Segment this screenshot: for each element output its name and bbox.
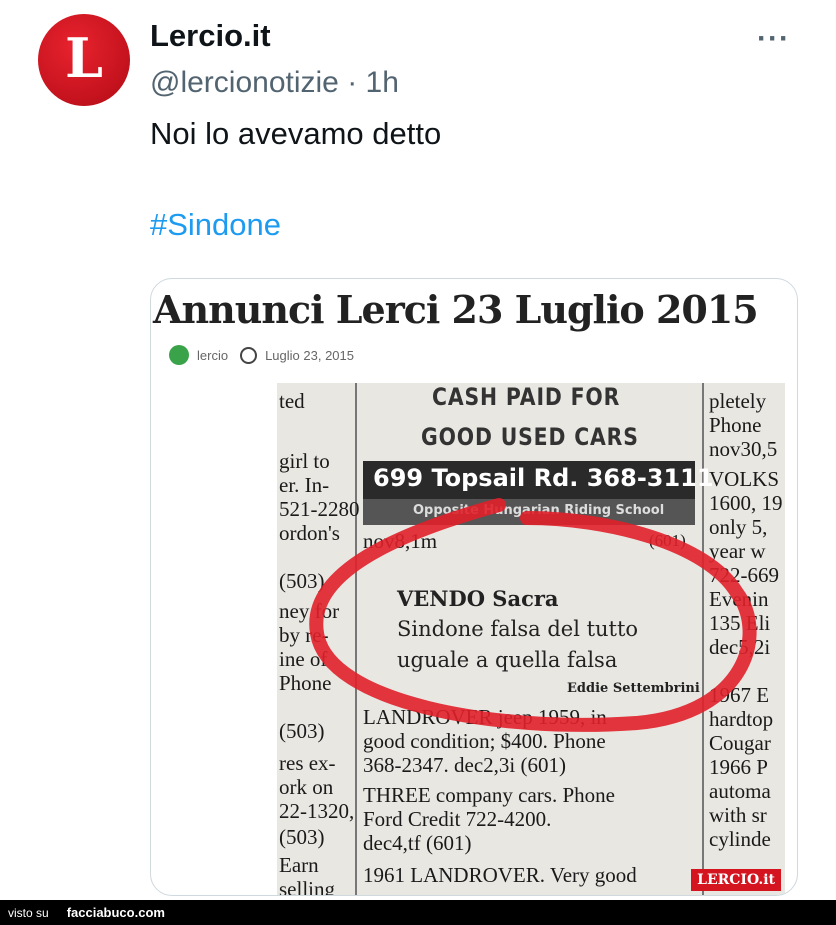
more-options-icon[interactable]: ··· <box>757 22 790 56</box>
avatar-letter: L <box>65 26 103 90</box>
newspaper-clipping: ted girl to er. In- 521-2280 ordon's (503) ney… <box>277 383 785 895</box>
red-circle-annotation <box>309 498 757 732</box>
media-card[interactable]: Annunci Lerci 23 Luglio 2015 lercio Lugl… <box>150 278 798 896</box>
tweet-text: Noi lo avevamo detto <box>150 116 442 151</box>
footer-prefix: visto su <box>8 905 49 920</box>
card-date: Luglio 23, 2015 <box>265 347 354 363</box>
author-handle[interactable]: @lercionotizie · 1h <box>150 66 399 100</box>
clock-icon <box>240 346 258 364</box>
footer-site[interactable]: facciabuco.com <box>67 905 165 920</box>
hashtag-link[interactable]: #Sindone <box>150 207 281 243</box>
lercio-watermark: LERCIO.it <box>691 869 781 891</box>
card-title: Annunci Lerci 23 Luglio 2015 <box>153 287 759 332</box>
author-icon <box>169 345 189 365</box>
card-meta: lercio Luglio 23, 2015 <box>169 345 354 365</box>
card-author: lercio <box>197 347 229 363</box>
footer-bar: visto su facciabuco.com <box>0 900 836 925</box>
author-name[interactable]: Lercio.it <box>150 18 271 54</box>
avatar[interactable]: L <box>38 14 130 106</box>
